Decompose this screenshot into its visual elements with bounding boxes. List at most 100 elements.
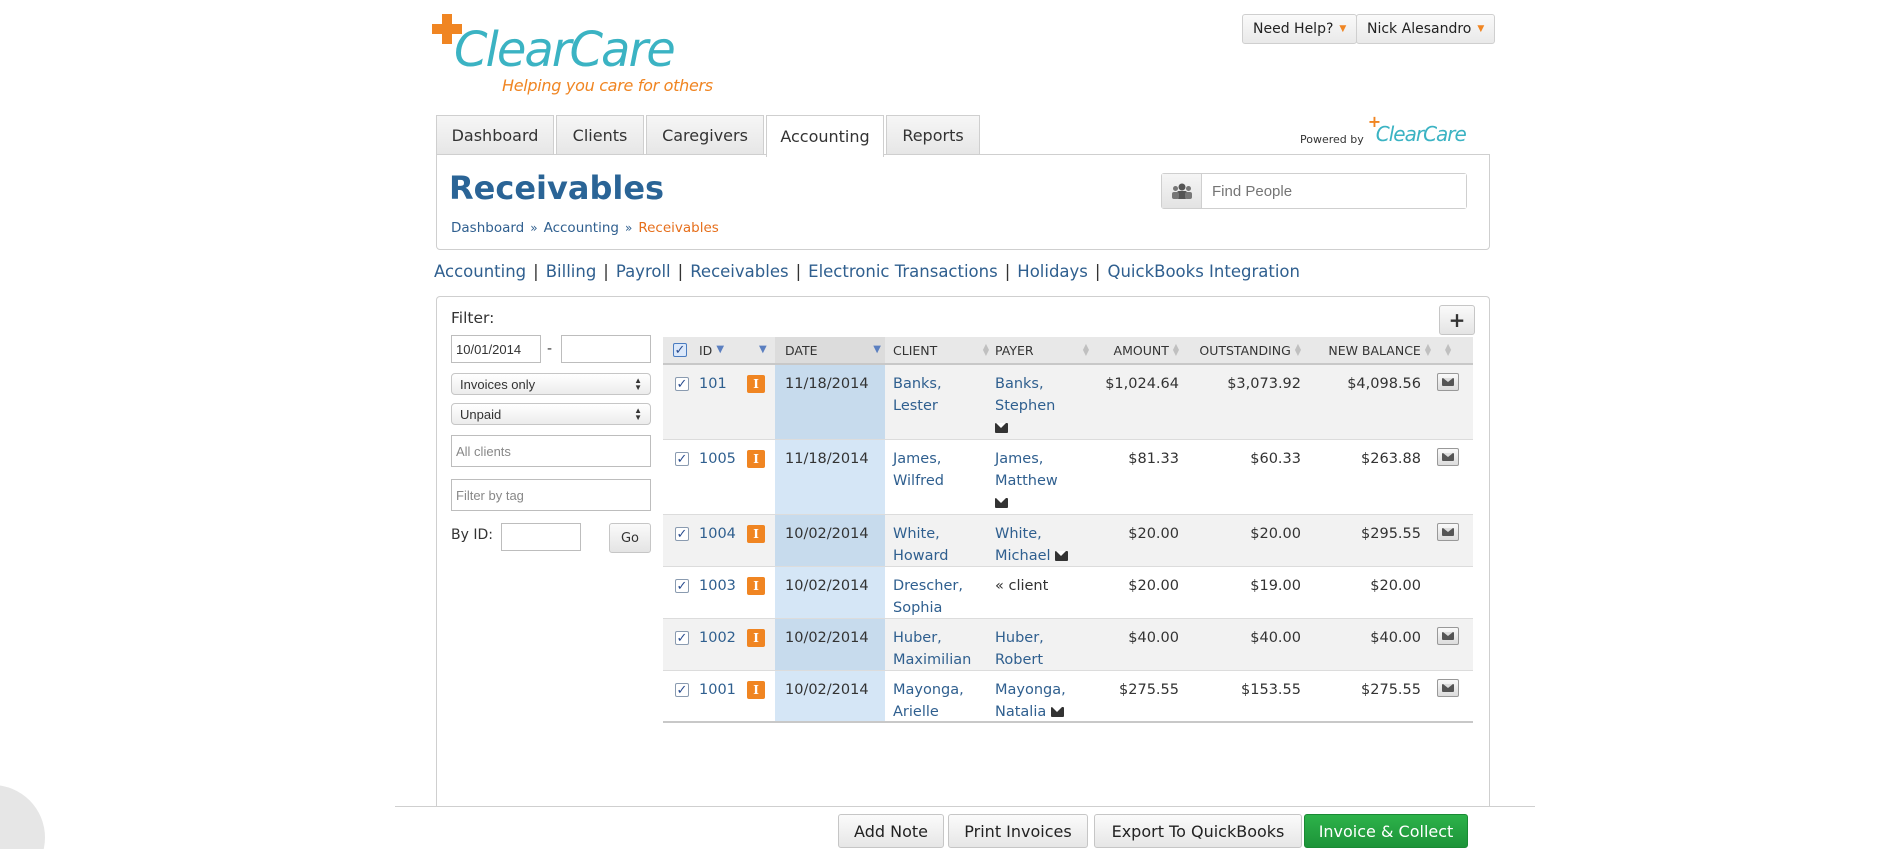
find-people-input[interactable] (1202, 174, 1466, 208)
row-checkbox[interactable]: ✓ (675, 631, 689, 646)
people-icon[interactable] (1162, 174, 1202, 208)
invoice-type-value: Invoices only (460, 376, 536, 392)
invoice-type-select[interactable]: Invoices only ▲ ▼ (451, 373, 651, 395)
payer-email-icon[interactable] (995, 423, 1008, 433)
invoice-id-link[interactable]: 1002 (699, 627, 736, 649)
row-checkbox[interactable]: ✓ (675, 579, 689, 594)
add-invoice-button[interactable]: + (1439, 305, 1475, 335)
row-checkbox[interactable]: ✓ (675, 683, 689, 698)
breadcrumb-accounting[interactable]: Accounting (544, 220, 619, 236)
header-new-balance[interactable]: NEW BALANCE ▲ ▼ (1315, 337, 1431, 363)
client-link[interactable]: James, Wilfred (893, 448, 944, 492)
tab-caregivers[interactable]: Caregivers (646, 115, 764, 155)
sort-down-icon: ▼ (873, 344, 881, 355)
tag-filter-input[interactable]: Filter by tag (451, 479, 651, 511)
header-type[interactable]: ▼ (759, 337, 767, 363)
need-help-button[interactable]: Need Help? ▼ (1242, 14, 1358, 44)
new-balance: $40.00 (1370, 630, 1421, 646)
need-help-label: Need Help? (1253, 21, 1334, 37)
envelope-icon (1442, 378, 1454, 386)
send-email-button[interactable] (1437, 679, 1459, 697)
header-outstanding[interactable]: OUTSTANDING ▲ ▼ (1191, 337, 1301, 363)
subnav-electronic-transactions[interactable]: Electronic Transactions (808, 262, 998, 281)
select-all-checkbox[interactable]: ✓ (673, 343, 687, 358)
breadcrumb: Dashboard » Accounting » Receivables (451, 220, 719, 236)
breadcrumb-dashboard[interactable]: Dashboard (451, 220, 524, 236)
add-note-button[interactable]: Add Note (838, 814, 944, 848)
payer-email-icon[interactable] (995, 498, 1008, 508)
subnav-billing[interactable]: Billing (546, 262, 597, 281)
subnav-payroll[interactable]: Payroll (616, 262, 671, 281)
logo-tagline: Helping you care for others (502, 76, 713, 95)
clearcare-logo[interactable]: ClearCare Helping you care for others (430, 12, 750, 97)
header-email[interactable]: ▲ ▼ (1445, 337, 1451, 363)
client-link[interactable]: Huber, Maximilian (893, 627, 971, 671)
filter-label: Filter: (451, 309, 495, 327)
tab-dashboard[interactable]: Dashboard (436, 115, 554, 155)
amount: $20.00 (1128, 526, 1179, 542)
outstanding: $60.33 (1250, 451, 1301, 467)
invoice-type-icon: I (747, 450, 765, 468)
by-id-input[interactable] (501, 523, 581, 551)
invoice-id-link[interactable]: 1005 (699, 448, 736, 470)
print-invoices-button[interactable]: Print Invoices (948, 814, 1088, 848)
header-id[interactable]: ID ▼ (699, 337, 724, 363)
date-to-field[interactable] (561, 335, 651, 363)
header-date[interactable]: DATE ▼ (785, 337, 881, 363)
subnav-holidays[interactable]: Holidays (1017, 262, 1088, 281)
payer-link[interactable]: Mayonga, Natalia (995, 679, 1066, 723)
export-quickbooks-button[interactable]: Export To QuickBooks (1094, 814, 1302, 848)
invoice-date: 11/18/2014 (785, 376, 869, 392)
envelope-icon (1442, 453, 1454, 461)
outstanding: $153.55 (1241, 682, 1301, 698)
invoice-collect-button[interactable]: Invoice & Collect (1304, 814, 1468, 848)
invoice-id-link[interactable]: 1003 (699, 575, 736, 597)
payer-link[interactable]: Huber, Robert (995, 627, 1044, 671)
header-client[interactable]: CLIENT ▲ ▼ (893, 337, 989, 363)
payer-link[interactable]: James, Matthew (995, 448, 1058, 514)
invoice-date: 10/02/2014 (785, 630, 869, 646)
new-balance: $4,098.56 (1347, 376, 1421, 392)
date-from-field[interactable]: 10/01/2014 (451, 335, 541, 363)
payer-email-icon[interactable] (1055, 551, 1069, 561)
subnav-quickbooks-integration[interactable]: QuickBooks Integration (1107, 262, 1299, 281)
invoice-id-link[interactable]: 1004 (699, 523, 736, 545)
invoice-id-link[interactable]: 101 (699, 373, 727, 395)
subnav-receivables[interactable]: Receivables (690, 262, 788, 281)
new-balance: $263.88 (1361, 451, 1421, 467)
send-email-button[interactable] (1437, 627, 1459, 645)
client-link[interactable]: Mayonga, Arielle (893, 679, 964, 723)
header-payer[interactable]: PAYER ▲ ▼ (995, 337, 1089, 363)
client-link[interactable]: Banks, Lester (893, 373, 942, 417)
tab-reports[interactable]: Reports (886, 115, 980, 155)
table-row: ✓ 1003 I 10/02/2014 Drescher, Sophia « cl… (663, 567, 1473, 619)
go-button[interactable]: Go (609, 523, 651, 553)
row-checkbox[interactable]: ✓ (675, 377, 689, 392)
invoice-type-icon: I (747, 577, 765, 595)
logo-text: ClearCare (454, 22, 676, 78)
send-email-button[interactable] (1437, 523, 1459, 541)
client-link[interactable]: Drescher, Sophia (893, 575, 963, 619)
sort-down-icon: ▼ (716, 344, 725, 355)
client-link[interactable]: White, Howard (893, 523, 948, 567)
tab-accounting[interactable]: Accounting (766, 115, 884, 157)
tab-clients[interactable]: Clients (556, 115, 644, 155)
send-email-button[interactable] (1437, 448, 1459, 466)
payer-link[interactable]: White, Michael (995, 523, 1069, 567)
invoice-id-link[interactable]: 1001 (699, 679, 736, 701)
amount: $275.55 (1119, 682, 1179, 698)
header-amount[interactable]: AMOUNT ▲ ▼ (1103, 337, 1179, 363)
row-checkbox[interactable]: ✓ (675, 527, 689, 542)
status-select[interactable]: Unpaid ▲ ▼ (451, 403, 651, 425)
clients-filter-input[interactable]: All clients (451, 435, 651, 467)
sort-icon: ▲ ▼ (1294, 342, 1301, 357)
amount: $20.00 (1128, 578, 1179, 594)
subnav-accounting[interactable]: Accounting (434, 262, 526, 281)
sort-icon: ▲ ▼ (1424, 342, 1431, 357)
payer-link[interactable]: Banks, Stephen (995, 373, 1055, 439)
footer-divider (395, 806, 1535, 807)
send-email-button[interactable] (1437, 373, 1459, 391)
row-checkbox[interactable]: ✓ (675, 452, 689, 467)
payer-email-icon[interactable] (1050, 707, 1064, 717)
user-menu-button[interactable]: Nick Alesandro ▼ (1356, 14, 1496, 44)
